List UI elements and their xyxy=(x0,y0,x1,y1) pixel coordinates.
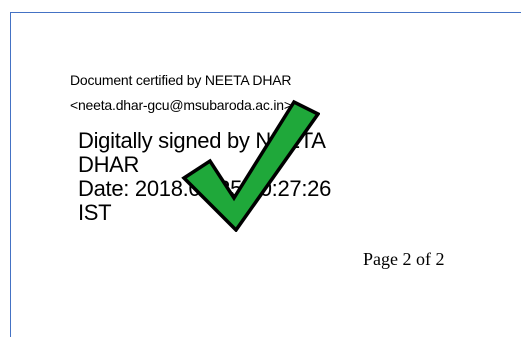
page-frame-left-border xyxy=(10,12,11,337)
page-frame-top-border xyxy=(10,12,521,13)
checkmark-icon xyxy=(181,99,320,232)
document-page: Document certified by NEETA DHAR <neeta.… xyxy=(0,0,521,337)
page-number: Page 2 of 2 xyxy=(363,249,445,269)
